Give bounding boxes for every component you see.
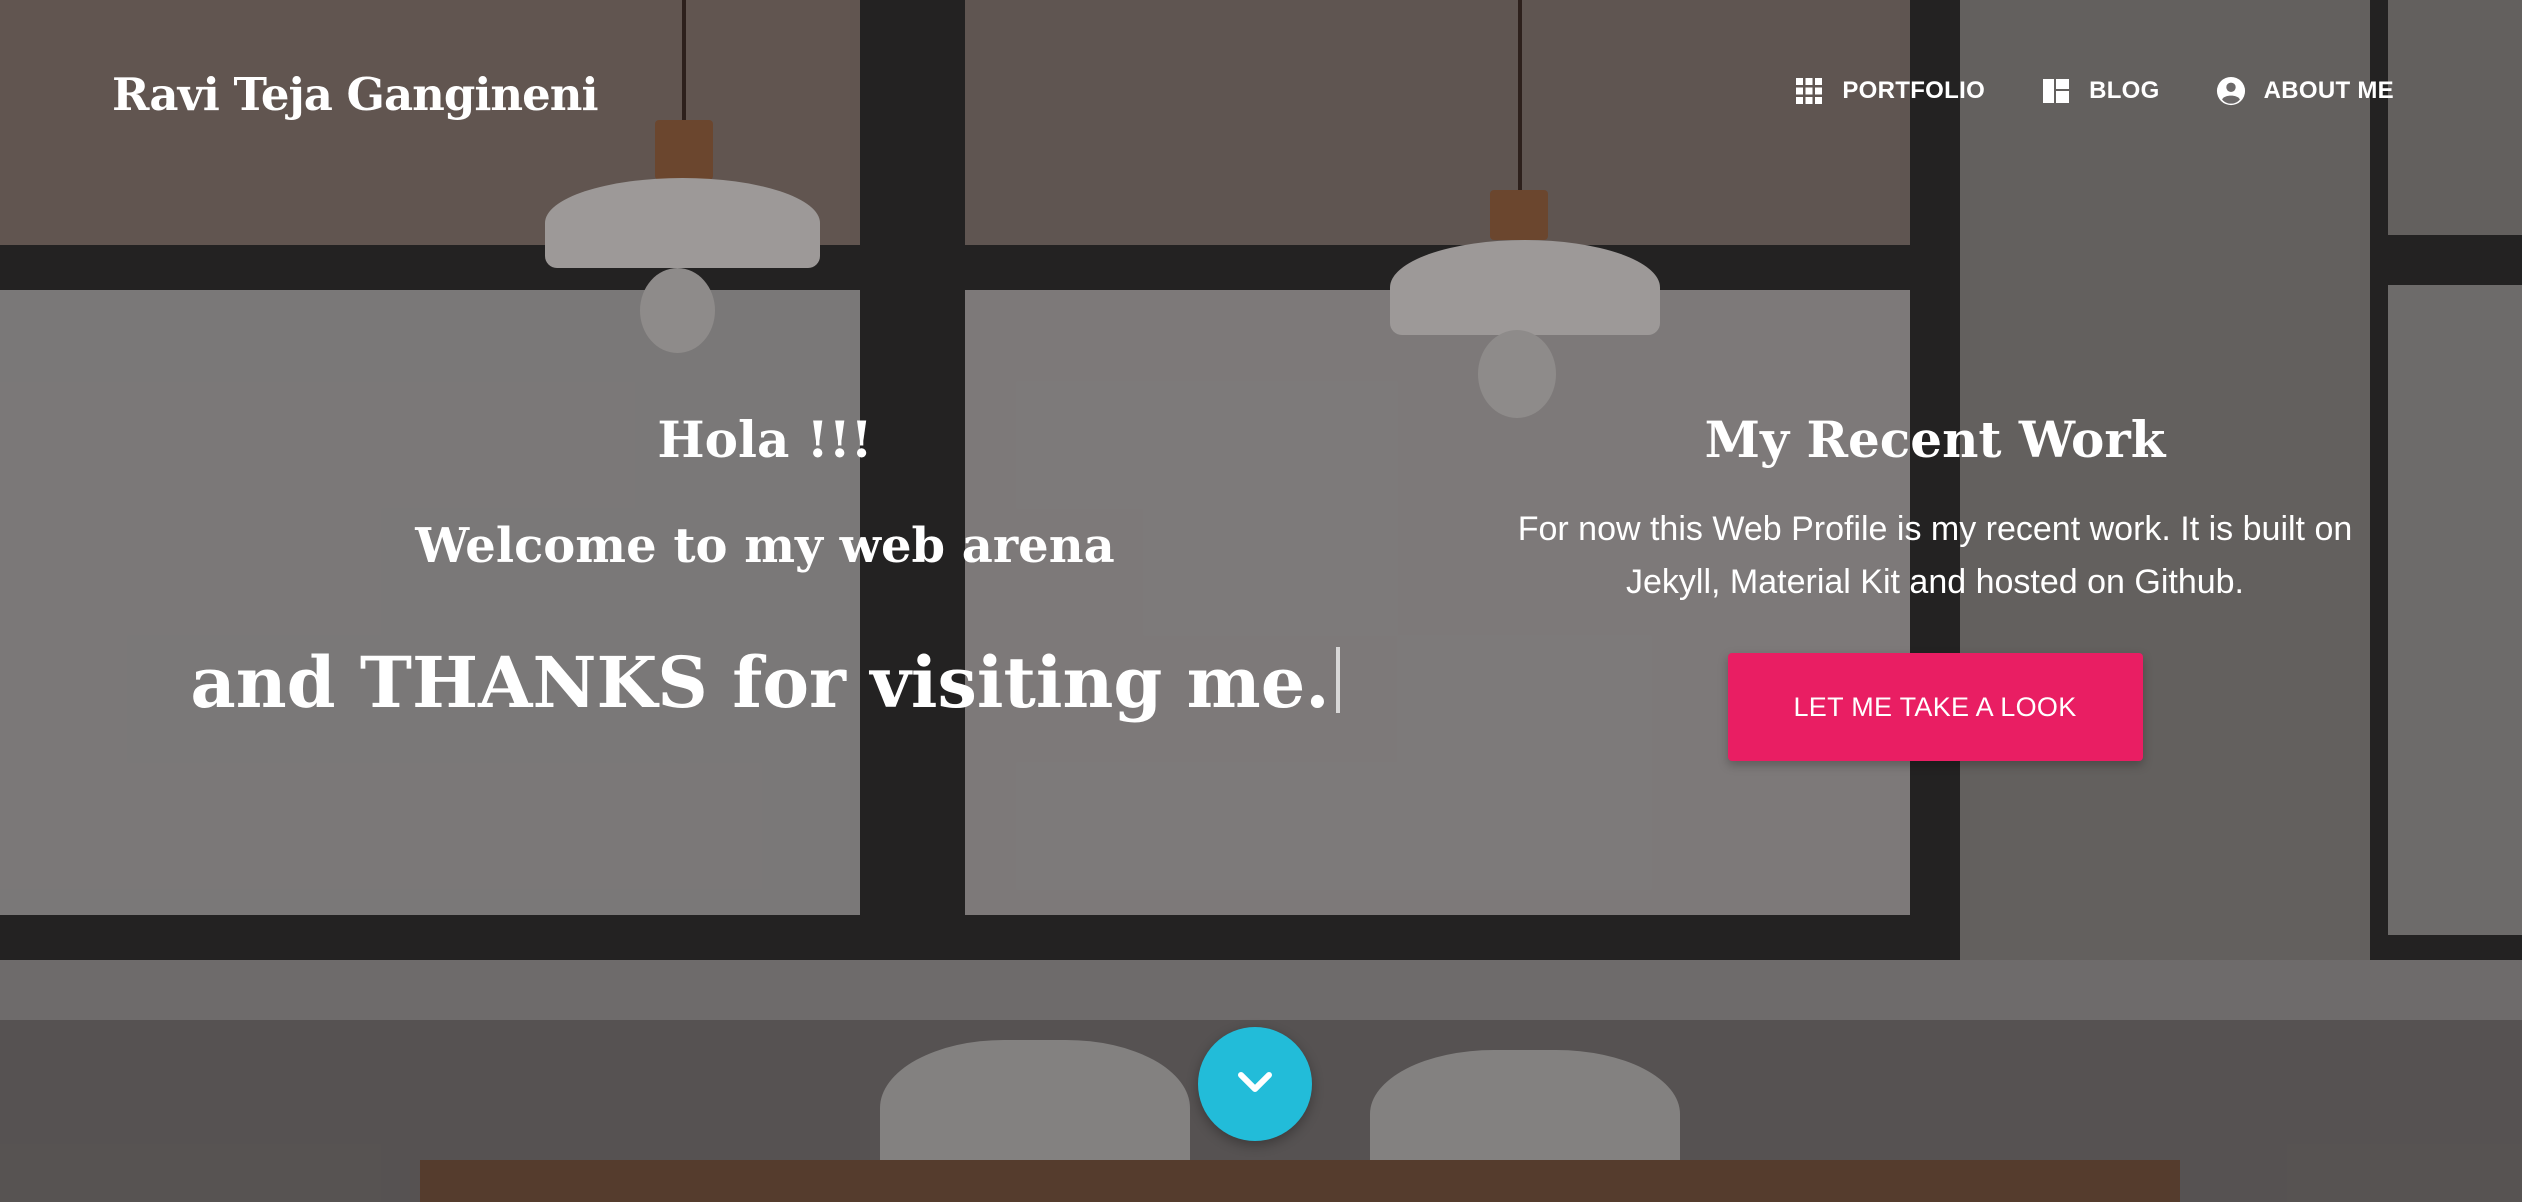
apps-grid-icon <box>1794 76 1824 106</box>
nav-item-about-me[interactable]: ABOUT ME <box>2216 76 2394 106</box>
scroll-down-button[interactable] <box>1198 1027 1312 1141</box>
hero-section: Ravi Teja Gangineni PORTFOLIO BLOG ABOUT… <box>0 0 2522 1202</box>
take-a-look-button[interactable]: LET ME TAKE A LOOK <box>1727 653 2143 761</box>
dashboard-icon <box>2041 76 2071 106</box>
intro-section: Hola !!! Welcome to my web arena and THA… <box>160 405 1370 733</box>
typed-text: and THANKS for visiting me. <box>190 641 1330 724</box>
typed-text-line: and THANKS for visiting me. <box>160 633 1370 733</box>
account-circle-icon <box>2216 76 2246 106</box>
welcome-heading: Welcome to my web arena <box>415 518 1115 574</box>
recent-work-description: For now this Web Profile is my recent wo… <box>1517 510 2353 601</box>
nav-item-portfolio[interactable]: PORTFOLIO <box>1794 76 1985 106</box>
nav-label: ABOUT ME <box>2263 77 2394 104</box>
nav-item-blog[interactable]: BLOG <box>2041 76 2160 106</box>
typing-caret <box>1335 647 1340 713</box>
main-nav: PORTFOLIO BLOG ABOUT ME <box>1794 76 2394 106</box>
greeting-heading: Hola !!! <box>657 410 873 469</box>
recent-work-section: My Recent Work For now this Web Profile … <box>1485 405 2385 761</box>
brand-link[interactable]: Ravi Teja Gangineni <box>112 68 599 121</box>
nav-label: BLOG <box>2089 77 2160 104</box>
nav-label: PORTFOLIO <box>1842 77 1986 104</box>
recent-work-heading: My Recent Work <box>1704 410 2166 469</box>
chevron-down-icon <box>1230 1057 1280 1112</box>
